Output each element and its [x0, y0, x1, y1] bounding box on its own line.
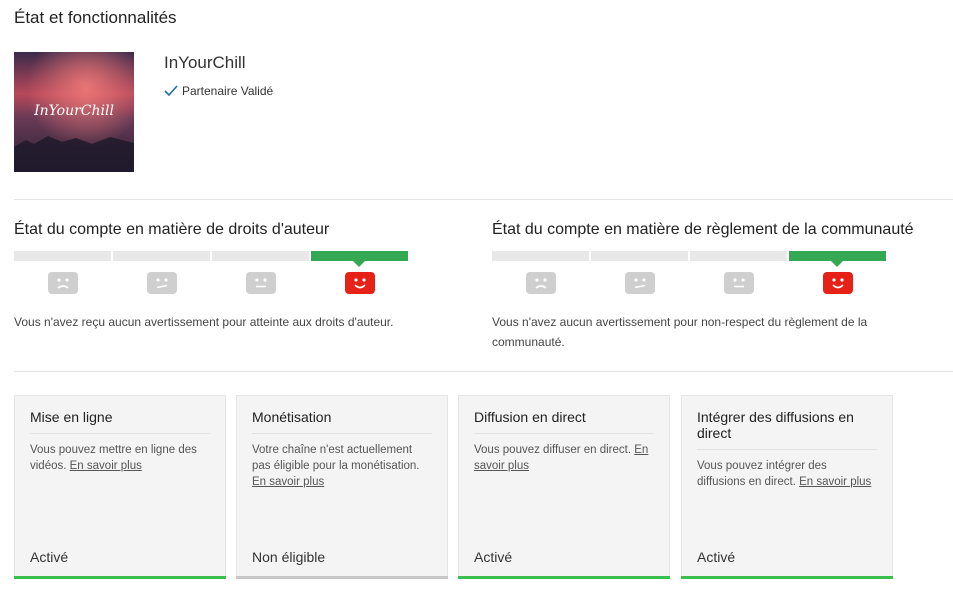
happy-face-icon	[822, 272, 853, 294]
card-status: Activé	[697, 549, 736, 565]
status-bar	[458, 576, 670, 579]
checkmark-icon	[164, 85, 178, 97]
learn-more-link[interactable]: En savoir plus	[799, 476, 871, 488]
status-bar	[236, 576, 448, 579]
status-segment-4	[311, 251, 408, 267]
card-title: Diffusion en direct	[474, 409, 654, 434]
status-segment-1	[492, 251, 589, 261]
card-description: Vous pouvez intégrer des diffusions en d…	[697, 460, 872, 488]
community-status-track	[492, 251, 886, 267]
card-status: Activé	[474, 549, 513, 565]
status-segment-3	[212, 251, 309, 261]
status-segment-3	[690, 251, 787, 261]
status-segment-2	[113, 251, 210, 261]
feature-card-embed-live: Intégrer des diffusions en direct Vous p…	[681, 395, 893, 579]
neutral-face-icon	[723, 272, 754, 294]
card-status: Activé	[30, 549, 69, 565]
feature-card-upload: Mise en ligne Vous pouvez mettre en lign…	[14, 395, 226, 579]
status-segment-4	[789, 251, 886, 267]
status-bar	[681, 576, 893, 579]
card-description: Vous pouvez mettre en ligne des vidéos. …	[30, 444, 197, 472]
channel-thumbnail: InYourChill	[14, 52, 134, 172]
neutral-face-icon	[245, 272, 276, 294]
card-status: Non éligible	[252, 549, 326, 565]
feature-card-live-streaming: Diffusion en direct Vous pouvez diffuser…	[458, 395, 670, 579]
sad-face-icon	[525, 272, 556, 294]
page-title: État et fonctionnalités	[14, 8, 177, 27]
partner-label: Partenaire Validé	[182, 84, 274, 98]
card-title: Intégrer des diffusions en direct	[697, 409, 877, 450]
card-description: Vous pouvez diffuser en direct. En savoi…	[474, 444, 649, 472]
copyright-status-title: État du compte en matière de droits d'au…	[14, 221, 330, 238]
feature-card-monetization: Monétisation Votre chaîne n'est actuelle…	[236, 395, 448, 579]
community-status-title: État du compte en matière de règlement d…	[492, 221, 914, 238]
community-status-description: Vous n'avez aucun avertissement pour non…	[492, 315, 868, 349]
copyright-status-track	[14, 251, 408, 267]
learn-more-link[interactable]: En savoir plus	[70, 460, 142, 472]
community-faces	[491, 272, 887, 294]
card-title: Monétisation	[252, 409, 432, 434]
sad-face-icon	[47, 272, 78, 294]
status-segment-2	[591, 251, 688, 261]
happy-face-icon	[344, 272, 375, 294]
card-description: Votre chaîne n'est actuellement pas élig…	[252, 444, 420, 488]
confused-face-icon	[624, 272, 655, 294]
status-segment-1	[14, 251, 111, 261]
divider	[14, 371, 953, 372]
learn-more-link[interactable]: En savoir plus	[252, 476, 324, 488]
divider	[14, 199, 953, 200]
status-bar	[14, 576, 226, 579]
copyright-faces	[13, 272, 409, 294]
copyright-status-description: Vous n'avez reçu aucun avertissement pou…	[14, 315, 394, 329]
card-title: Mise en ligne	[30, 409, 210, 434]
partner-status: Partenaire Validé	[164, 84, 273, 98]
confused-face-icon	[146, 272, 177, 294]
channel-name: InYourChill	[164, 53, 246, 72]
logo-text: InYourChill	[33, 103, 114, 119]
